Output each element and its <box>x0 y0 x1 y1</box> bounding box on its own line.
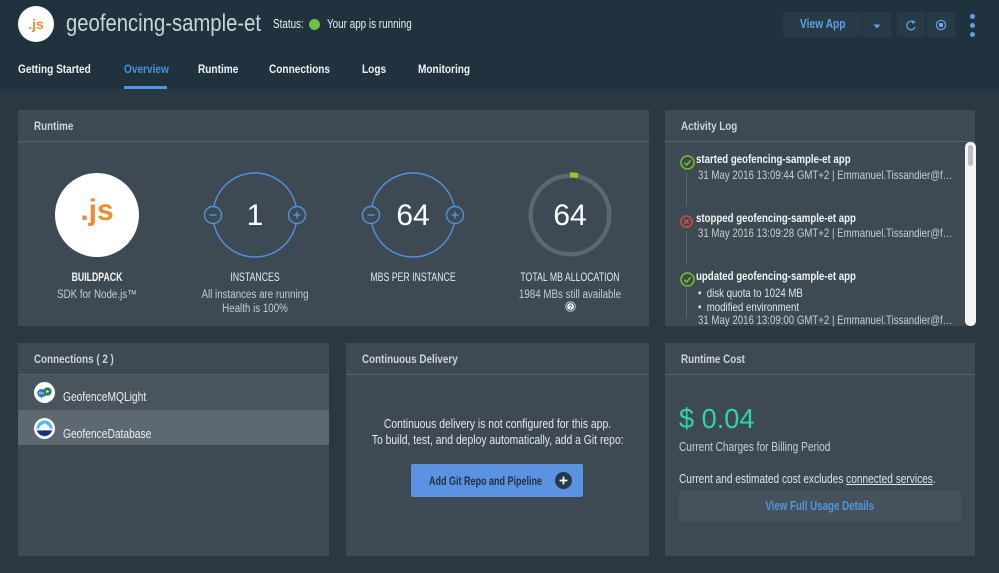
svg-text:?: ? <box>568 304 572 311</box>
